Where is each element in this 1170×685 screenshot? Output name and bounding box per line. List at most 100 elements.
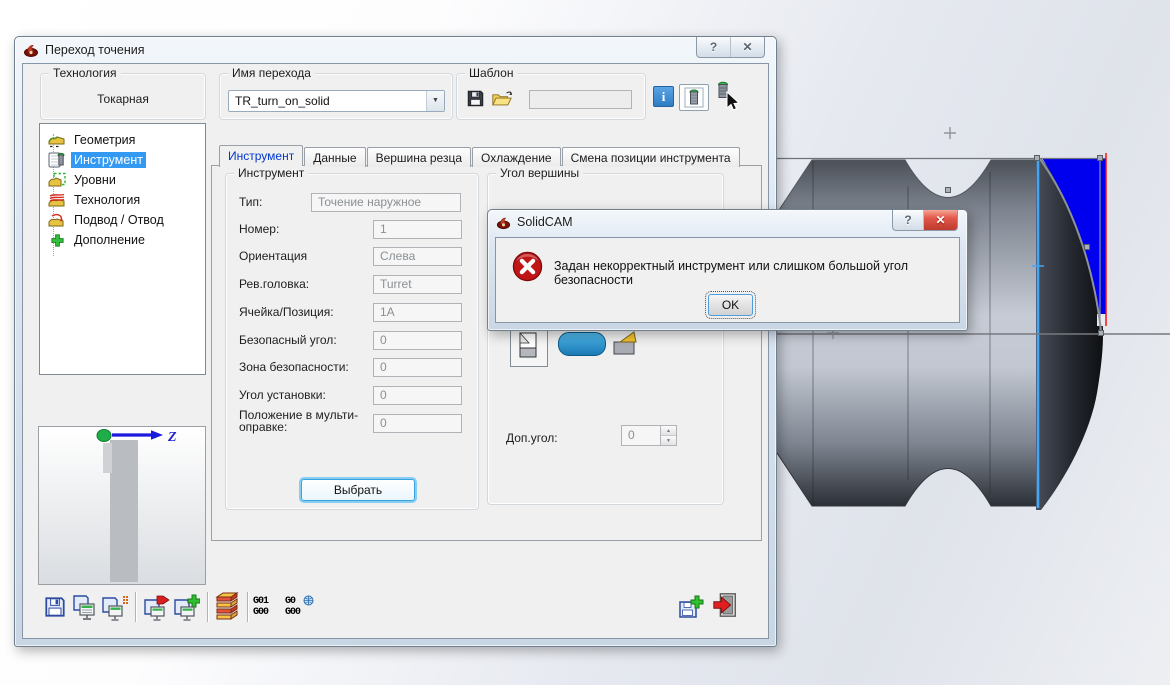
sidebar-item-label: Геометрия — [74, 133, 136, 147]
operation-name-group: Имя перехода TR_turn_on_solid ▼ — [219, 66, 453, 120]
operation-tree: Геометрия Инструмент Уровни Технология П… — [39, 123, 206, 375]
safety-zone-label: Зона безопасности: — [239, 360, 349, 374]
technology-icon — [48, 191, 66, 209]
template-save-icon[interactable] — [466, 89, 485, 113]
safety-angle-field[interactable]: 0 — [373, 331, 462, 350]
safety-angle-label: Безопасный угол: — [239, 333, 337, 347]
gcode-button[interactable]: G01 G00 — [253, 596, 269, 618]
exit-button[interactable] — [711, 591, 739, 619]
tool-preview-pane[interactable]: Z — [38, 426, 206, 585]
sidebar-item-label: Подвод / Отвод — [74, 213, 164, 227]
number-field[interactable]: 1 — [373, 220, 462, 239]
save-button[interactable] — [41, 593, 69, 621]
save-exit-button[interactable] — [677, 593, 705, 621]
extra-angle-label: Доп.угол: — [506, 431, 558, 445]
solidcam-error-dialog: SolidCAM ? ✕ Задан некорректный инструме… — [487, 209, 968, 331]
select-tool-cursor-icon[interactable] — [713, 80, 743, 119]
sidebar-item-label: Дополнение — [74, 233, 145, 247]
dialog-title: Переход точения — [45, 42, 145, 57]
save-calculate-button[interactable] — [71, 593, 99, 621]
template-group: Шаблон — [456, 66, 646, 120]
origin-marker — [96, 429, 112, 442]
globe-icon — [303, 593, 314, 611]
tool-icon — [48, 151, 66, 169]
select-tool-button[interactable]: Выбрать — [301, 479, 415, 501]
sidebar-item-label: Уровни — [74, 173, 116, 187]
save-calculate-list-button[interactable] — [100, 593, 128, 621]
station-field[interactable]: 1A — [373, 303, 462, 322]
dialog-titlebar[interactable]: Переход точения — [15, 37, 776, 62]
turning-operation-dialog: Переход точения ? ✕ Технология Токарная … — [14, 36, 777, 647]
sidebar-item-levels[interactable]: Уровни — [40, 170, 205, 190]
template-open-icon[interactable] — [491, 89, 513, 113]
multiholder-position-field[interactable]: 0 — [373, 414, 462, 433]
combo-dropdown-icon[interactable]: ▼ — [426, 91, 444, 111]
error-close-button[interactable]: ✕ — [923, 210, 957, 230]
extra-angle-value: 0 — [628, 428, 635, 442]
geometry-icon — [48, 131, 66, 149]
mouse-cursor — [726, 90, 741, 111]
turret-field[interactable]: Turret — [373, 275, 462, 294]
tool-holder-shape — [110, 440, 138, 582]
sidebar-item-technology[interactable]: Технология — [40, 190, 205, 210]
operation-name-group-label: Имя перехода — [228, 66, 315, 80]
sidebar-item-geometry[interactable]: Геометрия — [40, 130, 205, 150]
template-group-label: Шаблон — [465, 66, 518, 80]
operation-name-combobox[interactable]: TR_turn_on_solid ▼ — [228, 90, 445, 112]
safety-zone-field[interactable]: 0 — [373, 358, 462, 377]
close-button[interactable]: ✕ — [730, 37, 764, 57]
turret-label: Рев.головка: — [239, 277, 310, 291]
error-dialog-title: SolidCAM — [517, 215, 573, 229]
orientation-field[interactable]: Слева — [373, 247, 462, 266]
orientation-option-right-button[interactable] — [608, 325, 642, 365]
error-message: Задан некорректный инструмент или слишко… — [554, 259, 908, 287]
calculate-add-button[interactable] — [172, 593, 200, 621]
tab-strip: Инструмент Данные Вершина резца Охлажден… — [219, 145, 741, 167]
ok-button[interactable]: OK — [705, 291, 756, 319]
levels-icon — [48, 171, 66, 189]
orientation-label: Ориентация — [239, 249, 308, 263]
tab-coolant[interactable]: Охлаждение — [472, 147, 561, 167]
sidebar-item-label: Инструмент — [71, 152, 146, 168]
sidebar-item-label: Технология — [74, 193, 141, 207]
sidebar-item-approach-retract[interactable]: Подвод / Отвод — [40, 210, 205, 230]
solidcam-logo-icon — [496, 215, 511, 230]
error-help-button[interactable]: ? — [893, 210, 923, 230]
orientation-option-left-button[interactable] — [510, 325, 548, 367]
extra-angle-spinner[interactable]: 0 ▲ ▼ — [621, 425, 677, 446]
operation-name-value: TR_turn_on_solid — [235, 94, 330, 108]
tab-data[interactable]: Данные — [304, 147, 366, 167]
sidebar-item-misc[interactable]: Дополнение — [40, 230, 205, 250]
info-button[interactable]: i — [653, 86, 674, 107]
gcode-generate-button[interactable]: G0 G00 — [285, 596, 301, 618]
number-label: Номер: — [239, 222, 280, 236]
approach-retract-icon — [48, 211, 66, 229]
calculate-button[interactable] — [142, 593, 170, 621]
tab-tool-change-position[interactable]: Смена позиции инструмента — [561, 147, 740, 167]
help-button[interactable]: ? — [697, 37, 730, 57]
spin-down-icon[interactable]: ▼ — [661, 436, 676, 445]
setup-angle-label: Угол установки: — [239, 388, 326, 402]
spin-up-icon[interactable]: ▲ — [661, 426, 676, 436]
add-icon — [48, 231, 66, 249]
technology-group: Технология Токарная — [40, 66, 206, 120]
template-name-field[interactable] — [529, 90, 632, 109]
simulate-button[interactable] — [213, 592, 241, 620]
station-label: Ячейка/Позиция: — [239, 305, 334, 319]
orientation-option-selected-insert[interactable] — [558, 332, 606, 356]
solidcam-logo-icon — [23, 42, 39, 58]
tab-tool[interactable]: Инструмент — [219, 145, 304, 167]
tab-cutter-tip[interactable]: Вершина резца — [366, 147, 472, 167]
multiholder-position-label: Положение в мульти-оправке: — [239, 408, 359, 434]
tool-group-label: Инструмент — [234, 166, 309, 180]
dialog-client-area: Технология Токарная Имя перехода TR_turn… — [22, 63, 769, 639]
error-icon — [512, 251, 543, 287]
type-field[interactable]: Точение наружное — [311, 193, 461, 212]
z-axis-label: Z — [167, 430, 177, 445]
vertex-angle-group-label: Угол вершины — [496, 166, 584, 180]
show-tool-button[interactable] — [679, 84, 709, 111]
error-dialog-client: Задан некорректный инструмент или слишко… — [495, 237, 960, 323]
sidebar-item-tool[interactable]: Инструмент — [40, 150, 205, 170]
setup-angle-field[interactable]: 0 — [373, 386, 462, 405]
technology-value: Токарная — [97, 92, 149, 106]
